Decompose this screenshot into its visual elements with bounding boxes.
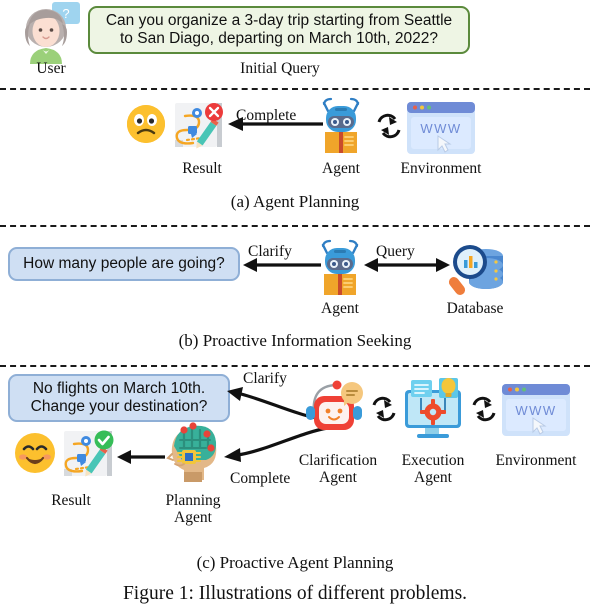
planning-agent-label-line-2: Agent	[174, 509, 212, 527]
user-avatar-icon: ?	[18, 2, 84, 64]
blue-robot-agent-icon-b	[314, 239, 366, 296]
panel-a-agent-label: Agent	[322, 160, 360, 177]
clarify-question-line-1: No flights on March 10th.	[32, 379, 206, 397]
environment-www-text-c: WWW	[515, 403, 556, 418]
environment-www-text-a: WWW	[420, 121, 461, 136]
panel-a-result-label: Result	[182, 160, 222, 177]
clarify-question-bubble-b: How many people are going?	[8, 247, 240, 281]
clarify-question-line-2: Change your destination?	[30, 398, 208, 415]
complete-arrow-c	[117, 448, 165, 466]
panel-c-clarification-agent-label: Clarification Agent	[290, 452, 386, 487]
clarification-agent-label-line-2: Agent	[319, 469, 357, 487]
panel-c-environment-label: Environment	[495, 452, 577, 469]
separator-1	[0, 88, 590, 90]
complete-arrow-label-c: Complete	[230, 470, 291, 487]
clarify-arrow-label-c: Clarify	[243, 370, 287, 387]
clarify-question-bubble-c: No flights on March 10th. Change your de…	[8, 374, 230, 422]
two-way-sync-arrows-icon-c1	[370, 396, 398, 422]
initial-query-line-1: Can you organize a 3-day trip starting f…	[105, 11, 453, 29]
smiling-face-emoji-icon	[14, 432, 56, 474]
initial-query-line-2: to San Diago, departing on March 10th, 2…	[120, 30, 438, 47]
two-way-sync-arrows-icon-c2	[470, 396, 498, 422]
panel-a-caption: (a) Agent Planning	[230, 192, 360, 211]
database-search-icon	[444, 240, 506, 298]
clarify-arrow-label-b: Clarify	[248, 243, 292, 260]
worried-face-emoji-icon	[126, 104, 166, 144]
panel-c-planning-agent-label: Planning Agent	[145, 492, 241, 527]
panel-a-environment-label: Environment	[400, 160, 482, 177]
user-label: User	[36, 60, 66, 77]
complete-arrow-label-a: Complete	[236, 107, 297, 124]
panel-b-caption: (b) Proactive Information Seeking	[178, 331, 412, 350]
panel-b-database-label: Database	[446, 300, 504, 317]
panel-c-execution-agent-label: Execution Agent	[387, 452, 479, 487]
two-way-sync-arrows-icon-a	[375, 113, 403, 139]
execution-agent-label-line-1: Execution	[401, 452, 465, 469]
browser-www-window-icon-c: WWW	[500, 382, 572, 438]
browser-www-window-icon-a: WWW	[405, 100, 477, 156]
blue-robot-agent-icon-a	[315, 97, 367, 154]
planning-agent-label-line-1: Planning	[165, 492, 221, 509]
figure-container: ? User Can you organize a 3-day trip sta…	[0, 0, 590, 606]
initial-query-label: Initial Query	[240, 60, 320, 77]
initial-query-bubble: Can you organize a 3-day trip starting f…	[88, 6, 470, 54]
map-plan-failed-icon	[173, 100, 225, 152]
execution-agent-label-line-2: Agent	[414, 469, 452, 487]
panel-c-result-label: Result	[51, 492, 91, 509]
panel-c-caption: (c) Proactive Agent Planning	[196, 553, 394, 572]
separator-2	[0, 225, 590, 227]
red-robot-chat-icon	[304, 378, 366, 440]
query-arrow-label-b: Query	[376, 243, 415, 260]
monitor-gear-icon	[399, 376, 467, 442]
clarify-question-text-b: How many people are going?	[23, 254, 225, 272]
figure-caption: Figure 1: Illustrations of different pro…	[122, 583, 468, 604]
clarification-agent-label-line-1: Clarification	[298, 452, 378, 469]
separator-3	[0, 365, 590, 367]
map-plan-success-icon	[62, 428, 116, 482]
ai-brain-head-icon	[162, 420, 224, 482]
panel-b-agent-label: Agent	[321, 300, 359, 317]
